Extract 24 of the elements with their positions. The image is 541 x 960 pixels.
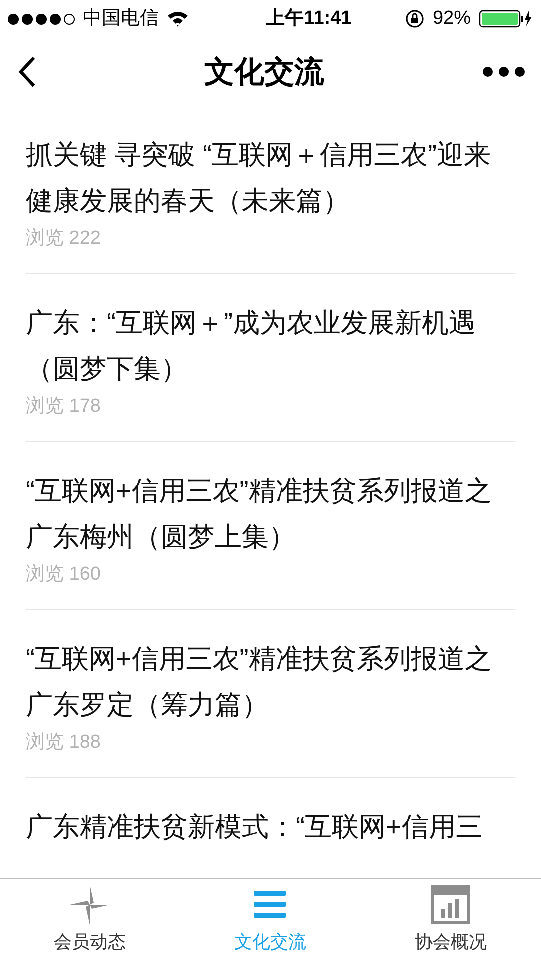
view-count: 浏览 188 (26, 731, 102, 755)
rotation-lock-icon (404, 9, 425, 29)
battery-percent: 92% (432, 6, 471, 31)
tab-item[interactable]: 协会概况 (360, 879, 541, 960)
clock-time: 上午11:41 (266, 6, 352, 31)
article-item[interactable]: “互联网+信用三农”精准扶贫系列报道之广东梅州（圆梦上集） 浏览 160 (26, 442, 515, 610)
wifi-icon (167, 11, 189, 27)
article-title: 抓关键 寻突破 “互联网＋信用三农”迎来健康发展的春天（未来篇） (26, 139, 492, 218)
article-title: “互联网+信用三农”精准扶贫系列报道之广东罗定（筹力篇） (26, 643, 493, 722)
article-item[interactable]: 抓关键 寻突破 “互联网＋信用三农”迎来健康发展的春天（未来篇） 浏览 222 (26, 106, 515, 274)
article-title: “互联网+信用三农”精准扶贫系列报道之广东梅州（圆梦上集） (26, 475, 493, 554)
page-title: 文化交流 (204, 54, 324, 90)
chart-window-icon (428, 883, 473, 927)
battery-icon (478, 9, 533, 29)
view-count: 浏览 178 (26, 395, 102, 419)
article-title: 广东：“互联网＋”成为农业发展新机遇（圆梦下集） (26, 307, 477, 386)
view-count: 浏览 222 (26, 227, 102, 251)
article-item[interactable]: 广东：“互联网＋”成为农业发展新机遇（圆梦下集） 浏览 178 (26, 274, 515, 442)
signal-icon (8, 14, 75, 24)
article-title: 广东精准扶贫新模式：“互联网+信用三 (26, 811, 484, 844)
tab-item[interactable]: 会员动态 (0, 879, 180, 960)
carrier-name: 中国电信 (83, 6, 159, 31)
view-count: 浏览 160 (26, 563, 102, 587)
article-item[interactable]: “互联网+信用三农”精准扶贫系列报道之广东罗定（筹力篇） 浏览 188 (26, 610, 515, 778)
